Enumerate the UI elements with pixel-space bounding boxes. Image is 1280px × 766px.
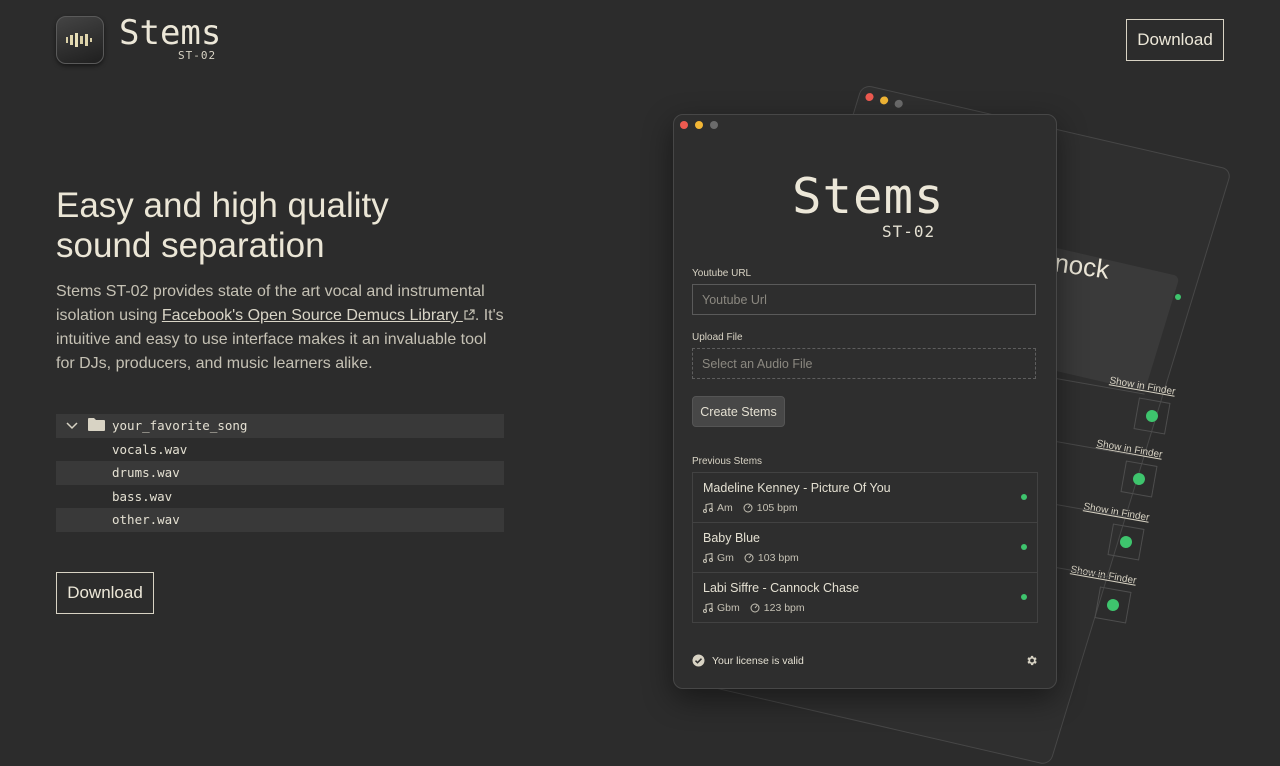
- back-status-dot: [1175, 294, 1181, 300]
- gear-icon[interactable]: [1025, 654, 1038, 672]
- window-logo: Stems: [792, 168, 945, 225]
- youtube-url-input[interactable]: Youtube Url: [692, 284, 1036, 315]
- tree-file-row[interactable]: drums.wav: [56, 461, 504, 485]
- hero-headline: Easy and high quality sound separation: [56, 186, 516, 266]
- brand-model: ST-02: [178, 49, 217, 62]
- check-icon: [1107, 523, 1145, 561]
- metronome-icon: [750, 603, 760, 613]
- hero-headline-line2: sound separation: [56, 226, 325, 265]
- close-dot-icon: [864, 92, 875, 102]
- check-circle-icon: [692, 654, 705, 667]
- minimize-dot-icon: [879, 95, 890, 106]
- music-note-icon: [703, 553, 713, 563]
- stem-title: Baby Blue: [703, 531, 760, 545]
- hero-description: Stems ST-02 provides state of the art vo…: [56, 280, 506, 376]
- music-note-icon: [703, 603, 713, 613]
- stem-title: Labi Siffre - Cannock Chase: [703, 581, 860, 595]
- stem-key: Am: [717, 502, 733, 514]
- status-dot-icon: [1021, 544, 1027, 550]
- stem-meta: Am 105 bpm: [703, 502, 798, 514]
- demucs-link[interactable]: Facebook's Open Source Demucs Library: [162, 307, 475, 324]
- status-dot-icon: [1021, 594, 1027, 600]
- stem-bpm: 105 bpm: [756, 502, 798, 514]
- status-dot-icon: [1021, 494, 1027, 500]
- metronome-icon: [744, 553, 754, 563]
- upload-file-input[interactable]: Select an Audio File: [692, 348, 1036, 379]
- stem-bpm: 103 bpm: [757, 552, 799, 564]
- list-item[interactable]: Baby Blue Gm 103 bpm: [693, 523, 1037, 573]
- previous-stems-label: Previous Stems: [692, 456, 763, 467]
- list-item[interactable]: Madeline Kenney - Picture Of You Am 105 …: [693, 473, 1037, 523]
- stem-meta: Gbm 123 bpm: [703, 602, 805, 614]
- tree-folder-name: your_favorite_song: [112, 418, 248, 434]
- upload-file-placeholder: Select an Audio File: [702, 356, 813, 371]
- check-icon: [1133, 397, 1171, 435]
- list-item[interactable]: Labi Siffre - Cannock Chase Gbm 123 bpm: [693, 573, 1037, 622]
- music-note-icon: [703, 503, 713, 513]
- file-tree: your_favorite_song vocals.wav drums.wav …: [56, 414, 504, 532]
- check-icon: [1120, 460, 1158, 498]
- tree-file-row[interactable]: vocals.wav: [56, 438, 504, 462]
- minimize-dot-icon[interactable]: [695, 121, 703, 129]
- demucs-link-text: Facebook's Open Source Demucs Library: [161, 307, 459, 324]
- back-window-controls: [864, 92, 904, 109]
- tree-folder-row[interactable]: your_favorite_song: [56, 414, 504, 438]
- hero-download-button[interactable]: Download: [56, 572, 154, 614]
- license-status: Your license is valid: [692, 654, 804, 667]
- stem-title: Madeline Kenney - Picture Of You: [703, 481, 891, 495]
- youtube-url-label: Youtube URL: [692, 268, 752, 279]
- check-icon: [1094, 586, 1132, 624]
- metronome-icon: [743, 503, 753, 513]
- app-logo-icon: [56, 16, 104, 64]
- window-logo-model: ST-02: [882, 222, 936, 241]
- zoom-dot-icon: [893, 99, 904, 109]
- stem-meta: Gm 103 bpm: [703, 552, 799, 564]
- window-controls: [680, 121, 718, 129]
- previous-stems-list: Madeline Kenney - Picture Of You Am 105 …: [692, 472, 1038, 623]
- zoom-dot-icon[interactable]: [710, 121, 718, 129]
- folder-icon: [88, 417, 112, 434]
- upload-file-label: Upload File: [692, 332, 743, 343]
- close-dot-icon[interactable]: [680, 121, 688, 129]
- tree-file-row[interactable]: other.wav: [56, 508, 504, 532]
- stem-key: Gm: [717, 552, 734, 564]
- youtube-url-placeholder: Youtube Url: [702, 292, 767, 307]
- tree-file-row[interactable]: bass.wav: [56, 485, 504, 509]
- header-download-button[interactable]: Download: [1126, 19, 1224, 61]
- license-text: Your license is valid: [712, 654, 804, 667]
- create-stems-button[interactable]: Create Stems: [692, 396, 785, 427]
- stem-key: Gbm: [717, 602, 740, 614]
- external-link-icon: [464, 309, 475, 320]
- chevron-down-icon: [56, 422, 88, 430]
- stem-bpm: 123 bpm: [763, 602, 805, 614]
- app-window: Stems ST-02 Youtube URL Youtube Url Uplo…: [673, 114, 1057, 689]
- brand-name: Stems: [119, 13, 222, 53]
- hero-headline-line1: Easy and high quality: [56, 186, 389, 225]
